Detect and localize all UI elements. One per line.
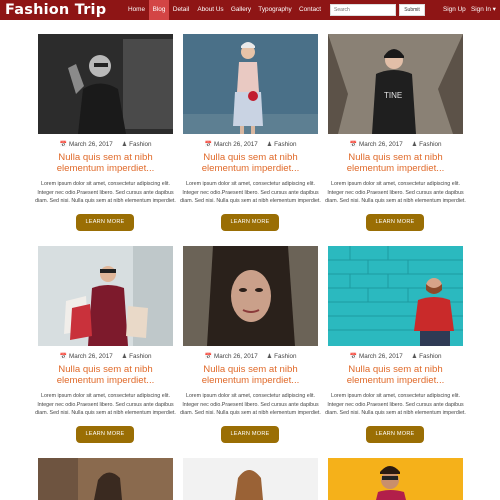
learn-more-button[interactable]: LEARN MORE — [76, 214, 134, 231]
calendar-icon: 📅 — [204, 142, 212, 148]
post-image[interactable] — [183, 458, 318, 500]
learn-more-button[interactable]: LEARN MORE — [366, 214, 424, 231]
top-navbar: Fashion Trip Home Blog Detail About Us G… — [0, 0, 500, 20]
user-icon: ♟ — [266, 142, 273, 148]
post-excerpt: Lorem ipsum dolor sit amet, consectetur … — [325, 393, 466, 417]
search-submit-button[interactable]: Submit — [399, 4, 425, 16]
user-icon: ♟ — [411, 142, 418, 148]
nav-about-us[interactable]: About Us — [194, 0, 227, 20]
post-author[interactable]: Fashion — [274, 353, 296, 360]
post-image[interactable] — [38, 458, 173, 500]
post-date: March 26, 2017 — [213, 353, 258, 360]
post-title[interactable]: Nulla quis sem at nibh elementum imperdi… — [183, 364, 318, 386]
post-excerpt: Lorem ipsum dolor sit amet, consectetur … — [180, 181, 321, 205]
post-excerpt: Lorem ipsum dolor sit amet, consectetur … — [325, 181, 466, 205]
post-excerpt: Lorem ipsum dolor sit amet, consectetur … — [180, 393, 321, 417]
post-image[interactable] — [328, 458, 463, 500]
post-title[interactable]: Nulla quis sem at nibh elementum imperdi… — [328, 364, 463, 386]
nav-detail[interactable]: Detail — [170, 0, 192, 20]
calendar-icon: 📅 — [59, 142, 67, 148]
post-author[interactable]: Fashion — [129, 141, 151, 148]
post-meta: 📅 March 26, 2017 ♟ Fashion — [328, 140, 463, 149]
calendar-icon: 📅 — [59, 354, 67, 360]
learn-more-button[interactable]: LEARN MORE — [76, 426, 134, 443]
post-title[interactable]: Nulla quis sem at nibh elementum imperdi… — [328, 152, 463, 174]
post-title[interactable]: Nulla quis sem at nibh elementum imperdi… — [38, 364, 173, 386]
post-meta: 📅 March 26, 2017 ♟ Fashion — [183, 352, 318, 361]
post-image[interactable] — [183, 246, 318, 346]
post-date: March 26, 2017 — [68, 353, 113, 360]
svg-text:TINE: TINE — [384, 91, 402, 100]
post-date: March 26, 2017 — [358, 141, 403, 148]
calendar-icon: 📅 — [349, 354, 357, 360]
post-title[interactable]: Nulla quis sem at nibh elementum imperdi… — [183, 152, 318, 174]
user-icon: ♟ — [266, 354, 273, 360]
nav-typography[interactable]: Typography — [255, 0, 295, 20]
post-excerpt: Lorem ipsum dolor sit amet, consectetur … — [35, 393, 176, 417]
post-excerpt: Lorem ipsum dolor sit amet, consectetur … — [35, 181, 176, 205]
nav-contact[interactable]: Contact — [296, 0, 324, 20]
post-date: March 26, 2017 — [213, 141, 258, 148]
post-author[interactable]: Fashion — [274, 141, 296, 148]
sign-up-link[interactable]: Sign Up — [443, 0, 466, 20]
post-author[interactable]: Fashion — [419, 353, 441, 360]
learn-more-button[interactable]: LEARN MORE — [221, 214, 279, 231]
user-icon: ♟ — [121, 354, 128, 360]
post-image[interactable] — [38, 246, 173, 346]
post-image[interactable] — [38, 34, 173, 134]
learn-more-button[interactable]: LEARN MORE — [366, 426, 424, 443]
post-author[interactable]: Fashion — [129, 353, 151, 360]
post-date: March 26, 2017 — [68, 141, 113, 148]
post-author[interactable]: Fashion — [419, 141, 441, 148]
post-meta: 📅 March 26, 2017 ♟ Fashion — [38, 352, 173, 361]
post-image[interactable] — [328, 246, 463, 346]
post-meta: 📅 March 26, 2017 ♟ Fashion — [328, 352, 463, 361]
calendar-icon: 📅 — [204, 354, 212, 360]
post-meta: 📅 March 26, 2017 ♟ Fashion — [38, 140, 173, 149]
post-date: March 26, 2017 — [358, 353, 403, 360]
nav-gallery[interactable]: Gallery — [228, 0, 254, 20]
brand-logo[interactable]: Fashion Trip — [5, 0, 106, 20]
user-icon: ♟ — [411, 354, 418, 360]
nav-blog[interactable]: Blog — [149, 0, 169, 20]
post-image[interactable] — [183, 34, 318, 134]
calendar-icon: 📅 — [349, 142, 357, 148]
post-title[interactable]: Nulla quis sem at nibh elementum imperdi… — [38, 152, 173, 174]
user-icon: ♟ — [121, 142, 128, 148]
search-input[interactable] — [330, 4, 396, 16]
post-image[interactable]: TINE — [328, 34, 463, 134]
sign-in-dropdown[interactable]: Sign In ▾ — [471, 0, 496, 20]
nav-home[interactable]: Home — [125, 0, 148, 20]
post-meta: 📅 March 26, 2017 ♟ Fashion — [183, 140, 318, 149]
learn-more-button[interactable]: LEARN MORE — [221, 426, 279, 443]
